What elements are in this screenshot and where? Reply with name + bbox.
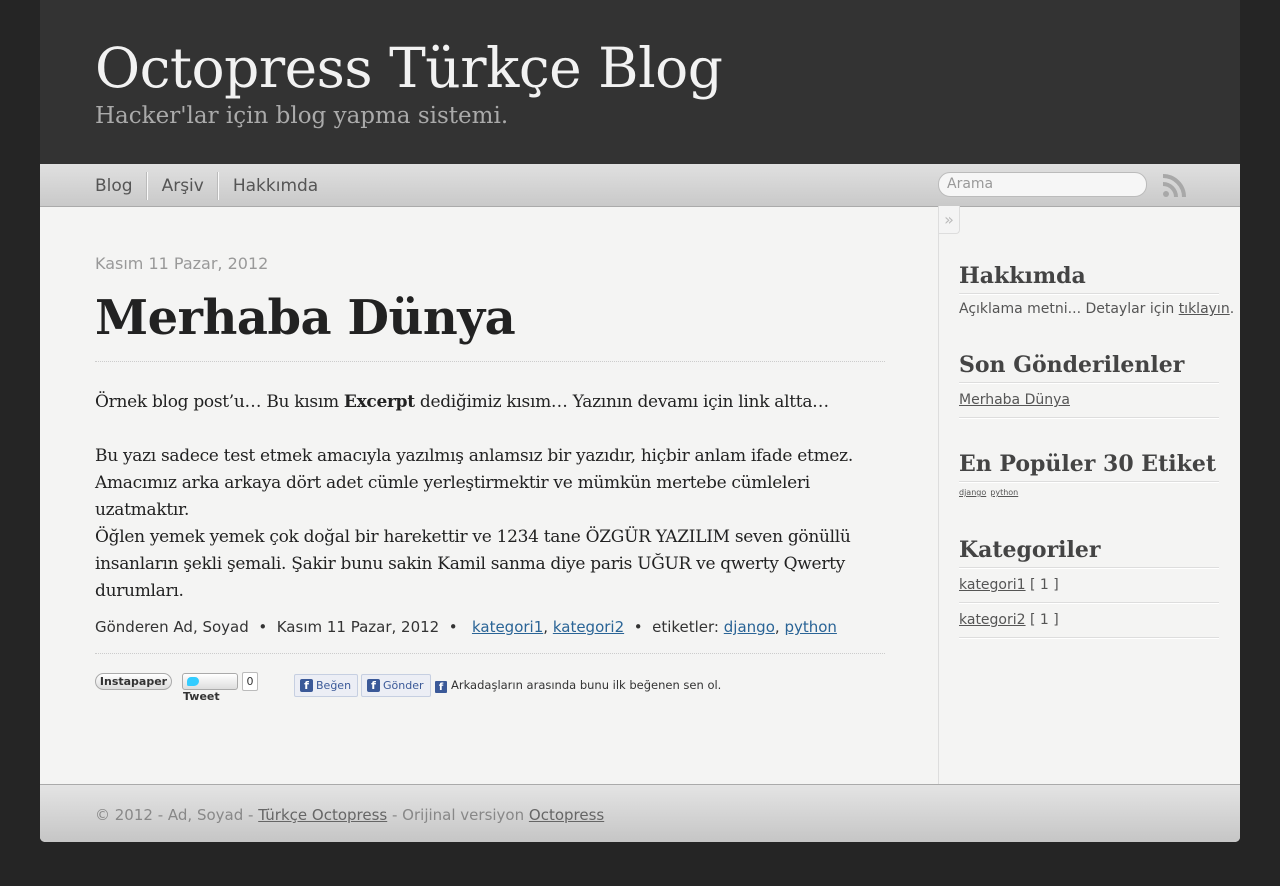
category-count: [ 1 ] <box>1030 612 1059 628</box>
author-name: Ad, Soyad <box>173 618 249 636</box>
post-date: Kasım 11 Pazar, 2012 <box>95 254 269 273</box>
site-header: Octopress Türkçe Blog Hacker'lar için bl… <box>40 0 1240 164</box>
tags-label: etiketler: <box>652 618 719 636</box>
send-label: Gönder <box>383 679 424 692</box>
category-list: kategori1 [ 1 ] kategori2 [ 1 ] <box>959 568 1219 638</box>
facebook-icon: f <box>300 679 313 692</box>
footer-octopress-link[interactable]: Octopress <box>529 806 604 824</box>
page-container: Octopress Türkçe Blog Hacker'lar için bl… <box>40 0 1240 842</box>
site-subtitle: Hacker'lar için blog yapma sistemi. <box>95 103 509 129</box>
recent-post-link[interactable]: Merhaba Dünya <box>959 392 1070 408</box>
nav-item-archive[interactable]: Arşiv <box>146 172 218 200</box>
footer-copyright: © 2012 - Ad, Soyad - <box>95 806 259 824</box>
main-navigation: Blog Arşiv Hakkımda Arama <box>40 164 1240 207</box>
sidebar-about-title: Hakkımda <box>959 261 1219 294</box>
category-link[interactable]: kategori1 <box>959 577 1026 593</box>
tag-cloud-link[interactable]: python <box>990 488 1018 497</box>
sidebar-about-text: Açıklama metni... Detaylar için tıklayın… <box>959 294 1234 324</box>
rss-icon[interactable] <box>1162 174 1186 198</box>
twitter-bird-icon <box>187 677 199 686</box>
about-description: Açıklama metni... Detaylar için <box>959 301 1179 317</box>
tag-cloud: django python <box>959 482 1219 504</box>
category-link[interactable]: kategori2 <box>553 618 624 636</box>
meta-separator: • <box>258 618 268 636</box>
tag-cloud-link[interactable]: django <box>959 488 986 497</box>
meta-separator: • <box>448 618 458 636</box>
sidebar-recent-posts: Son Gönderilenler Merhaba Dünya <box>959 350 1219 418</box>
instapaper-button[interactable]: Instapaper <box>95 673 172 690</box>
post-meta: Gönderen Ad, Soyad • Kasım 11 Pazar, 201… <box>95 616 837 638</box>
sidebar-collapse-toggle[interactable]: » <box>939 206 960 234</box>
meta-comma: , <box>774 618 780 636</box>
post-paragraph: Örnek blog post’u… Bu kısım Excerpt dedi… <box>95 389 890 416</box>
nav-menu: Blog Arşiv Hakkımda <box>95 172 332 200</box>
category-link[interactable]: kategori1 <box>472 618 543 636</box>
nav-item-blog[interactable]: Blog <box>95 172 147 200</box>
footer-turkish-octopress-link[interactable]: Türkçe Octopress <box>258 806 387 824</box>
sidebar-popular-tags: En Popüler 30 Etiket django python <box>959 449 1219 504</box>
like-label: Beğen <box>316 679 352 692</box>
facebook-icon: f <box>367 679 380 692</box>
tag-link[interactable]: python <box>784 618 836 636</box>
sidebar-categories-title: Kategoriler <box>959 535 1219 568</box>
search-input[interactable]: Arama <box>938 172 1147 197</box>
post-title[interactable]: Merhaba Dünya <box>95 288 516 348</box>
tweet-count: 0 <box>242 672 258 691</box>
about-details-link[interactable]: tıklayın <box>1179 301 1230 317</box>
category-count: [ 1 ] <box>1030 577 1059 593</box>
facebook-icon: f <box>435 681 447 693</box>
author-prefix: Gönderen <box>95 618 169 636</box>
sidebar: » Hakkımda Açıklama metni... Detaylar iç… <box>938 206 1240 784</box>
footer-middle-text: - Orijinal versiyon <box>387 806 529 824</box>
tweet-button[interactable]: Tweet <box>182 673 238 703</box>
facebook-text: Arkadaşların arasında bunu ilk beğenen s… <box>451 678 722 692</box>
category-link[interactable]: kategori2 <box>959 612 1026 628</box>
paragraph-text: dediğimiz kısım… Yazının devamı için lin… <box>414 392 829 412</box>
facebook-like-button[interactable]: f Beğen <box>294 674 359 697</box>
meta-date: Kasım 11 Pazar, 2012 <box>276 618 440 636</box>
site-footer: © 2012 - Ad, Soyad - Türkçe Octopress - … <box>40 784 1240 842</box>
sidebar-about: Hakkımda Açıklama metni... Detaylar için… <box>959 261 1234 324</box>
about-end: . <box>1229 301 1235 317</box>
category-item: kategori2 [ 1 ] <box>959 603 1219 638</box>
facebook-social-text: f Arkadaşların arasında bunu ilk beğenen … <box>435 674 721 696</box>
sharing-bar: Instapaper Tweet 0 f Beğen f Gönder f Arkad… <box>95 671 885 703</box>
excerpt-term: Excerpt <box>343 392 415 412</box>
sidebar-categories: Kategoriler kategori1 [ 1 ] kategori2 [ … <box>959 535 1219 638</box>
tweet-label: Tweet <box>183 690 220 703</box>
recent-post-item: Merhaba Dünya <box>959 383 1219 418</box>
title-divider <box>95 361 885 362</box>
category-item: kategori1 [ 1 ] <box>959 568 1219 603</box>
nav-item-about[interactable]: Hakkımda <box>217 172 332 200</box>
sidebar-recent-title: Son Gönderilenler <box>959 350 1219 383</box>
meta-divider <box>95 653 885 654</box>
post-paragraph: Bu yazı sadece test etmek amacıyla yazıl… <box>95 446 853 520</box>
footer-text: © 2012 - Ad, Soyad - Türkçe Octopress - … <box>95 805 604 825</box>
site-title[interactable]: Octopress Türkçe Blog <box>95 36 723 100</box>
tag-link[interactable]: django <box>724 618 775 636</box>
meta-comma: , <box>543 618 549 636</box>
facebook-send-button[interactable]: f Gönder <box>361 674 431 697</box>
meta-separator: • <box>633 618 643 636</box>
post-paragraph: Öğlen yemek yemek çok doğal bir harekett… <box>95 527 851 601</box>
paragraph-text: Örnek blog post’u… Bu kısım <box>95 392 344 412</box>
sidebar-tags-title: En Popüler 30 Etiket <box>959 449 1219 482</box>
